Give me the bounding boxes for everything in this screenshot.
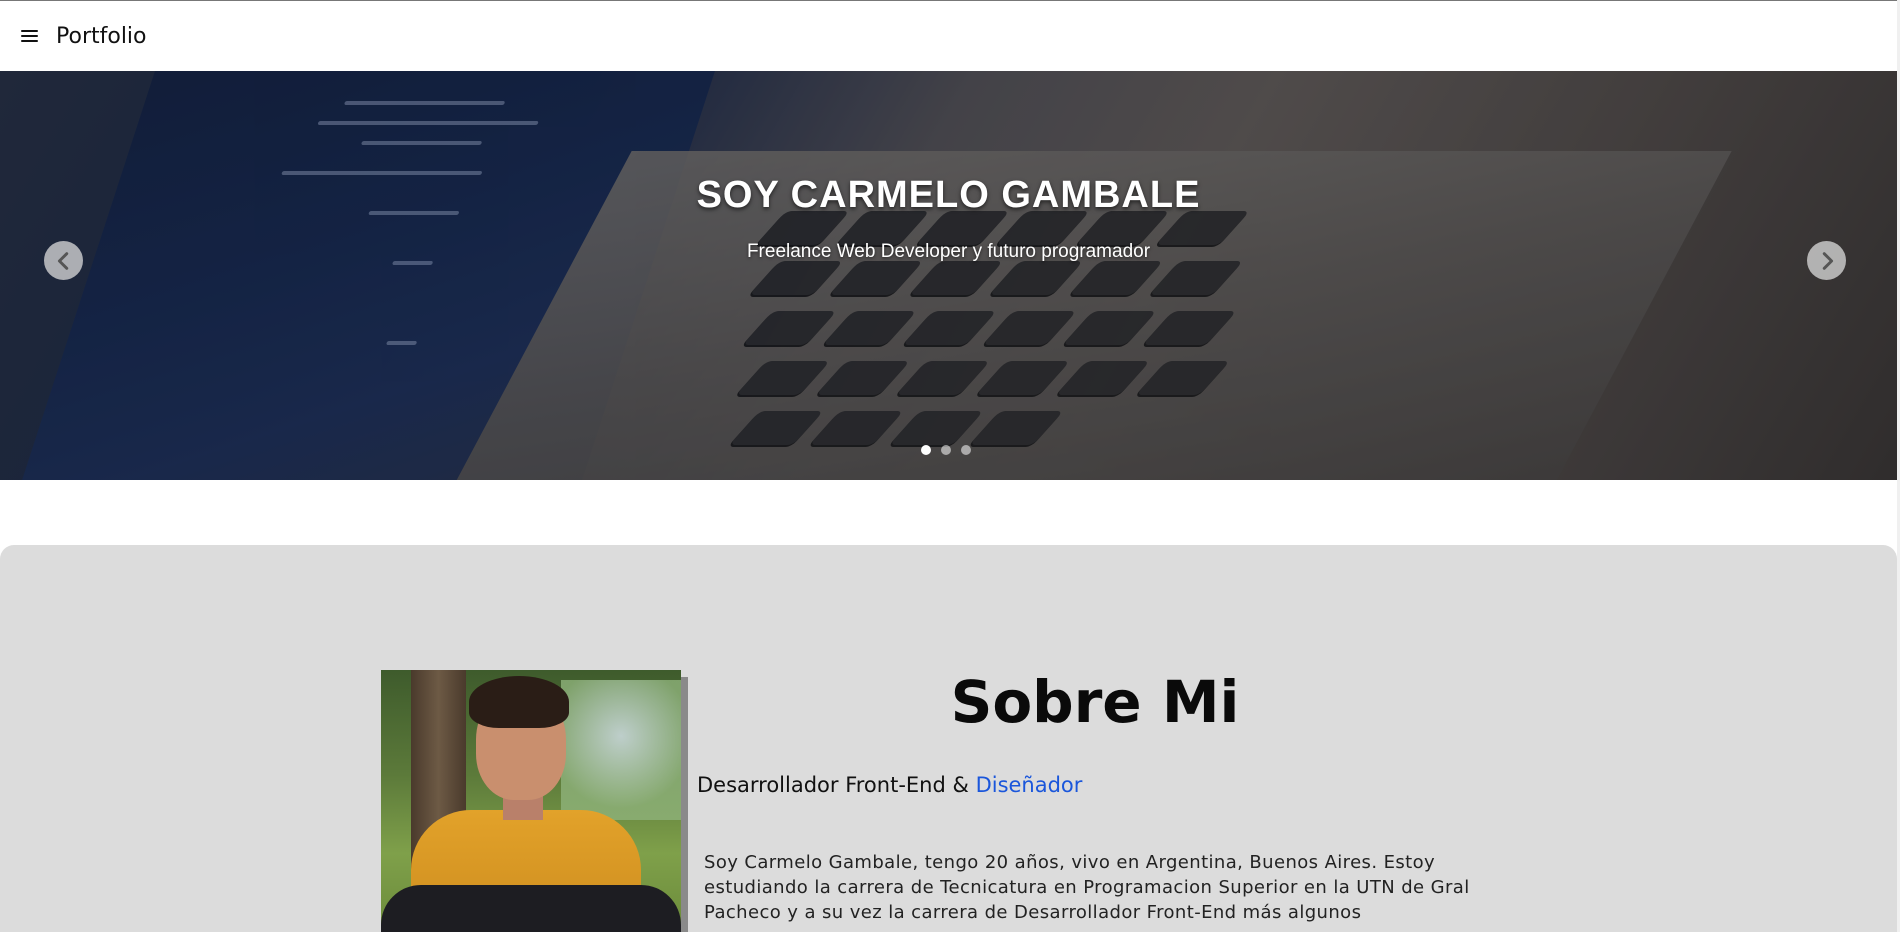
hero-title: SOY CARMELO GAMBALE [696,174,1201,216]
hero-overlay [0,71,1897,480]
about-role: Desarrollador Front-End & Diseñador [697,773,1082,797]
role-accent: Diseñador [975,773,1083,797]
hero-carousel: SOY CARMELO GAMBALE Freelance Web Develo… [0,71,1897,480]
brand-title[interactable]: Portfolio [56,24,147,49]
about-section: Sobre Mi Desarrollador Front-End & Diseñ… [0,545,1897,932]
chevron-right-icon [1822,251,1833,270]
carousel-indicators [921,445,971,455]
navbar: Portfolio [0,1,1897,71]
carousel-dot-3[interactable] [961,445,971,455]
role-prefix: Desarrollador Front-End & [697,773,969,797]
hero-subtitle: Freelance Web Developer y futuro program… [746,241,1151,262]
about-description: Soy Carmelo Gambale, tengo 20 años, vivo… [704,852,1470,923]
carousel-dot-1[interactable] [921,445,931,455]
photo-shadow [680,677,688,932]
carousel-next-button[interactable] [1807,241,1846,280]
about-title: Sobre Mi [950,668,1240,736]
chevron-left-icon [57,251,68,270]
carousel-prev-button[interactable] [44,241,83,280]
profile-photo [381,670,681,932]
hamburger-menu-icon[interactable] [21,30,38,42]
carousel-dot-2[interactable] [941,445,951,455]
